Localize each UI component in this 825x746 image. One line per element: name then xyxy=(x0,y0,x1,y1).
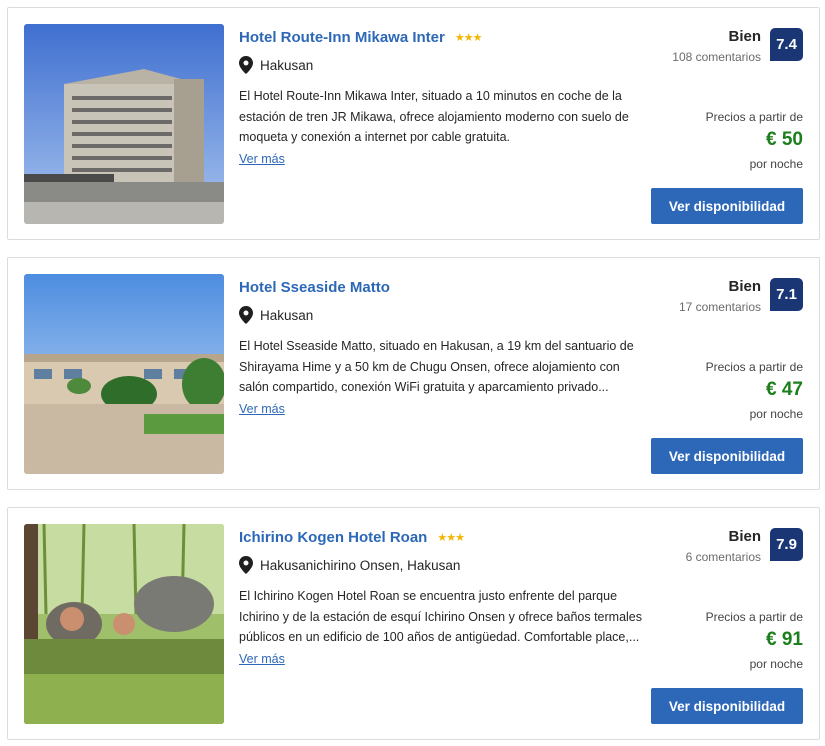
rating-word: Bien xyxy=(728,28,761,45)
rating-word: Bien xyxy=(728,278,761,295)
hotel-info: Ichirino Kogen Hotel Roan ★★★ Hakusanich… xyxy=(239,524,659,668)
price: € 50 xyxy=(766,129,803,150)
seaside-hotel-photo-icon xyxy=(24,274,224,474)
hotel-price-panel: Bien 6 comentarios 7.9 Precios a partir … xyxy=(603,524,803,724)
hotel-photo[interactable] xyxy=(24,274,224,474)
map-pin-icon xyxy=(239,556,253,574)
hotel-photo[interactable] xyxy=(24,524,224,724)
hotel-price-panel: Bien 17 comentarios 7.1 Precios a partir… xyxy=(603,274,803,474)
hotel-card: Hotel Sseaside Matto Hakusan El Hotel Ss… xyxy=(7,257,820,490)
onsen-bath-photo-icon xyxy=(24,524,224,724)
review-count: 6 comentarios xyxy=(685,550,761,564)
score-badge: 7.4 xyxy=(770,28,803,61)
price: € 47 xyxy=(766,379,803,400)
score-badge: 7.1 xyxy=(770,278,803,311)
rating-word: Bien xyxy=(728,528,761,545)
check-availability-button[interactable]: Ver disponibilidad xyxy=(651,188,803,224)
hotel-name-link[interactable]: Hotel Sseaside Matto xyxy=(239,279,390,296)
map-pin-icon xyxy=(239,306,253,324)
price-from-label: Precios a partir de xyxy=(705,110,803,124)
price-from-label: Precios a partir de xyxy=(705,360,803,374)
score-badge: 7.9 xyxy=(770,528,803,561)
hotel-info: Hotel Sseaside Matto Hakusan El Hotel Ss… xyxy=(239,274,659,418)
hotel-location: Hakusan xyxy=(260,307,314,323)
hotel-card: Hotel Route-Inn Mikawa Inter ★★★ Hakusan… xyxy=(7,7,820,240)
price-from-label: Precios a partir de xyxy=(705,610,803,624)
hotel-card: Ichirino Kogen Hotel Roan ★★★ Hakusanich… xyxy=(7,507,820,740)
hotel-results-list: Hotel Route-Inn Mikawa Inter ★★★ Hakusan… xyxy=(0,0,825,746)
review-count: 108 comentarios xyxy=(672,50,761,64)
star-rating-icon: ★★★ xyxy=(437,531,465,544)
price: € 91 xyxy=(766,629,803,650)
check-availability-button[interactable]: Ver disponibilidad xyxy=(651,688,803,724)
review-count: 17 comentarios xyxy=(678,300,761,314)
map-pin-icon xyxy=(239,56,253,74)
per-night-label: por noche xyxy=(749,657,803,671)
hotel-name-link[interactable]: Ichirino Kogen Hotel Roan xyxy=(239,529,427,546)
hotel-price-panel: Bien 108 comentarios 7.4 Precios a parti… xyxy=(603,24,803,224)
hotel-description: El Hotel Sseaside Matto, situado en Haku… xyxy=(239,339,634,394)
per-night-label: por noche xyxy=(749,407,803,421)
see-more-link[interactable]: Ver más xyxy=(239,152,285,166)
hotel-description: El Ichirino Kogen Hotel Roan se encuentr… xyxy=(239,589,642,644)
check-availability-button[interactable]: Ver disponibilidad xyxy=(651,438,803,474)
hotel-location: Hakusanichirino Onsen, Hakusan xyxy=(260,557,461,573)
see-more-link[interactable]: Ver más xyxy=(239,652,285,666)
per-night-label: por noche xyxy=(749,157,803,171)
hotel-info: Hotel Route-Inn Mikawa Inter ★★★ Hakusan… xyxy=(239,24,659,168)
see-more-link[interactable]: Ver más xyxy=(239,402,285,416)
hotel-description: El Hotel Route-Inn Mikawa Inter, situado… xyxy=(239,89,629,144)
hotel-building-photo-icon xyxy=(24,24,224,224)
hotel-location: Hakusan xyxy=(260,57,314,73)
hotel-name-link[interactable]: Hotel Route-Inn Mikawa Inter xyxy=(239,29,445,46)
star-rating-icon: ★★★ xyxy=(454,31,483,44)
hotel-photo[interactable] xyxy=(24,24,224,224)
